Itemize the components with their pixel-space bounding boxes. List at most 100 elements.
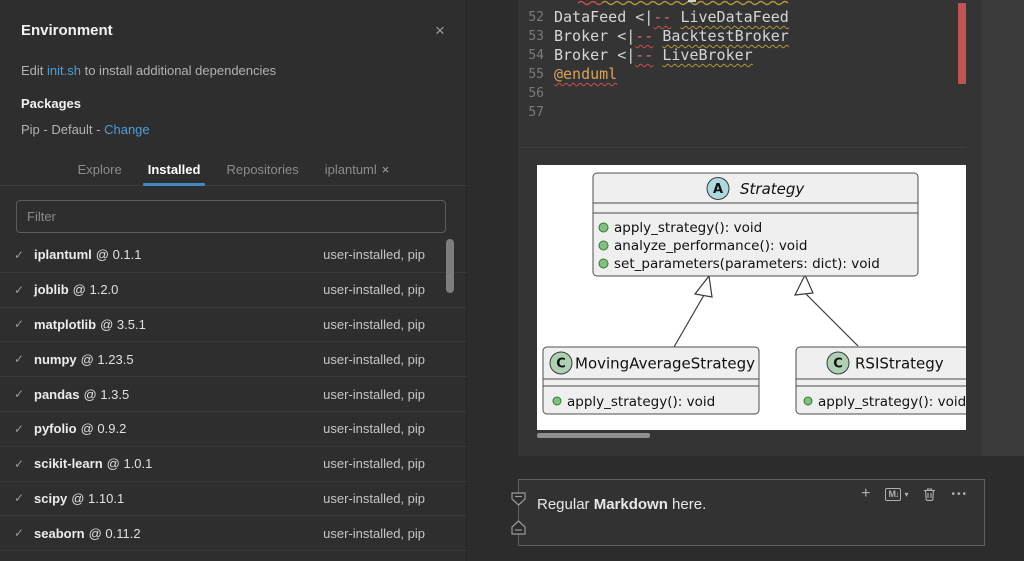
code-cell[interactable]: 52 DataFeed <|-- LiveDataFeed 53 Broker <|-… <box>518 0 981 456</box>
svg-text:set_parameters(parameters: dic: set_parameters(parameters: dict): void <box>614 256 880 272</box>
editor-output-divider <box>518 147 966 148</box>
markdown-text-part: here. <box>667 496 707 513</box>
code-token: @enduml <box>554 65 618 83</box>
package-row[interactable]: ✓ matplotlib @ 3.5.1 user-installed, pip <box>0 308 467 343</box>
svg-text:A: A <box>713 182 723 197</box>
line-number: 57 <box>528 105 544 120</box>
more-options-icon[interactable]: ••• <box>951 489 968 500</box>
cell-toolbar: + M↓ ▾ ••• <box>861 486 968 502</box>
close-tab-icon[interactable]: × <box>382 162 390 177</box>
package-version: @ 1.2.0 <box>72 282 119 298</box>
package-status: user-installed, pip <box>323 247 425 263</box>
check-icon: ✓ <box>14 317 25 332</box>
uml-class-moving-average-strategy: C MovingAverageStrategy apply_strategy()… <box>542 346 760 415</box>
check-icon: ✓ <box>14 421 25 436</box>
code-token: Broker <| <box>554 27 636 45</box>
cell-insert-handle-top[interactable] <box>510 491 527 508</box>
package-name: iplantuml <box>34 247 92 263</box>
package-name: seaborn <box>34 525 85 541</box>
delete-cell-icon[interactable] <box>923 487 936 501</box>
output-horizontal-scrollbar[interactable] <box>537 433 650 438</box>
cell-insert-handle-bottom[interactable] <box>510 519 527 536</box>
inheritance-line-left <box>673 294 705 348</box>
package-row[interactable]: ✓ pandas @ 1.3.5 user-installed, pip <box>0 377 467 412</box>
close-icon[interactable]: × <box>430 21 450 41</box>
uml-class-strategy: A Strategy apply_strategy(): void analyz… <box>592 172 919 277</box>
class-title: Strategy <box>740 180 805 198</box>
package-row[interactable]: ✓ scipy @ 1.10.1 user-installed, pip <box>0 482 467 517</box>
package-version: @ 0.9.2 <box>80 421 127 437</box>
class-title: RSIStrategy <box>855 355 944 373</box>
clipped-text-fragment <box>688 0 696 2</box>
uml-class-rsi-strategy: C RSIStrategy apply_strategy(): void <box>795 346 966 415</box>
filter-input[interactable] <box>16 200 446 233</box>
package-name: pyfolio <box>34 421 77 437</box>
chevron-down-icon: ▾ <box>904 489 909 499</box>
markdown-text[interactable]: Regular Markdown here. <box>537 496 706 513</box>
code-token: BacktestBroker <box>662 27 789 45</box>
package-name: joblib <box>34 282 69 298</box>
error-stripe-marker[interactable] <box>958 3 966 84</box>
package-name: numpy <box>34 351 77 367</box>
line-number: 55 <box>528 67 544 82</box>
svg-text:C: C <box>833 357 843 372</box>
package-list: ✓ iplantuml @ 0.1.1 user-installed, pip … <box>0 238 467 561</box>
tab-explore[interactable]: Explore <box>78 154 122 186</box>
line-number: 53 <box>528 29 544 44</box>
add-cell-icon[interactable]: + <box>861 486 870 502</box>
environment-panel: Environment × Edit init.sh to install ad… <box>0 0 467 561</box>
code-line[interactable]: 55 @enduml <box>518 65 981 84</box>
package-version: @ 3.5.1 <box>100 316 146 332</box>
code-line[interactable]: 54 Broker <|-- LiveBroker <box>518 46 981 65</box>
svg-text:analyze_performance(): void: analyze_performance(): void <box>614 238 807 254</box>
code-line[interactable]: 56 <box>518 84 981 103</box>
package-manager-line: Pip - Default - Change <box>21 122 150 137</box>
code-editor[interactable]: 52 DataFeed <|-- LiveDataFeed 53 Broker <|-… <box>518 8 981 122</box>
package-version: @ 1.3.5 <box>83 386 130 402</box>
package-row[interactable]: ✓ numpy @ 1.23.5 user-installed, pip <box>0 342 467 378</box>
check-icon: ✓ <box>14 526 25 541</box>
tab-installed[interactable]: Installed <box>142 154 206 186</box>
change-link[interactable]: Change <box>104 122 150 137</box>
inheritance-arrowhead-right <box>793 273 814 296</box>
package-row[interactable]: ✓ iplantuml @ 0.1.1 user-installed, pip <box>0 238 467 273</box>
package-name: scikit-learn <box>34 456 103 472</box>
markdown-cell[interactable]: Regular Markdown here. + M↓ ▾ ••• <box>518 479 985 546</box>
check-icon: ✓ <box>14 456 25 471</box>
code-token: DataFeed <| <box>554 8 654 26</box>
tab-repositories[interactable]: Repositories <box>226 154 298 186</box>
code-token: -- <box>635 46 654 64</box>
editor-right-margin <box>981 0 1024 456</box>
list-vertical-scrollbar[interactable] <box>446 239 454 293</box>
method-dot-icon <box>598 240 609 251</box>
plantuml-output: A Strategy apply_strategy(): void analyz… <box>537 165 966 430</box>
package-row[interactable]: ✓ pyfolio @ 0.9.2 user-installed, pip <box>0 412 467 447</box>
packages-heading: Packages <box>21 96 81 111</box>
check-icon: ✓ <box>14 247 25 262</box>
check-icon: ✓ <box>14 282 25 297</box>
package-row[interactable]: ✓ scikit-learn @ 1.0.1 user-installed, p… <box>0 447 467 482</box>
package-tabs: Explore Installed Repositories iplantuml… <box>0 154 467 186</box>
svg-text:apply_strategy(): void: apply_strategy(): void <box>614 220 762 236</box>
code-line[interactable]: 52 DataFeed <|-- LiveDataFeed <box>518 8 981 27</box>
code-line[interactable]: 53 Broker <|-- BacktestBroker <box>518 27 981 46</box>
line-number: 54 <box>528 48 544 63</box>
init-sh-link[interactable]: init.sh <box>47 63 81 78</box>
code-line[interactable]: 57 <box>518 103 981 122</box>
package-status: user-installed, pip <box>323 316 425 332</box>
package-row[interactable]: ✓ seaborn @ 0.11.2 user-installed, pip <box>0 516 467 552</box>
code-token: -- <box>653 8 672 26</box>
method-dot-icon <box>598 258 609 269</box>
panel-title: Environment <box>21 22 113 39</box>
package-version: @ 1.0.1 <box>106 456 153 472</box>
markdown-text-bold: Markdown <box>593 496 668 513</box>
package-status: user-installed, pip <box>323 282 425 298</box>
package-version: @ 1.23.5 <box>80 351 134 367</box>
package-name: pandas <box>34 386 80 402</box>
package-row[interactable]: ✓ joblib @ 1.2.0 user-installed, pip <box>0 273 467 308</box>
class-title: MovingAverageStrategy <box>575 355 755 373</box>
tab-iplantuml[interactable]: iplantuml × <box>325 154 390 186</box>
code-token: LiveDataFeed <box>680 8 789 26</box>
inheritance-line-right <box>805 293 859 347</box>
cell-type-markdown-icon[interactable]: M↓ ▾ <box>885 487 909 501</box>
